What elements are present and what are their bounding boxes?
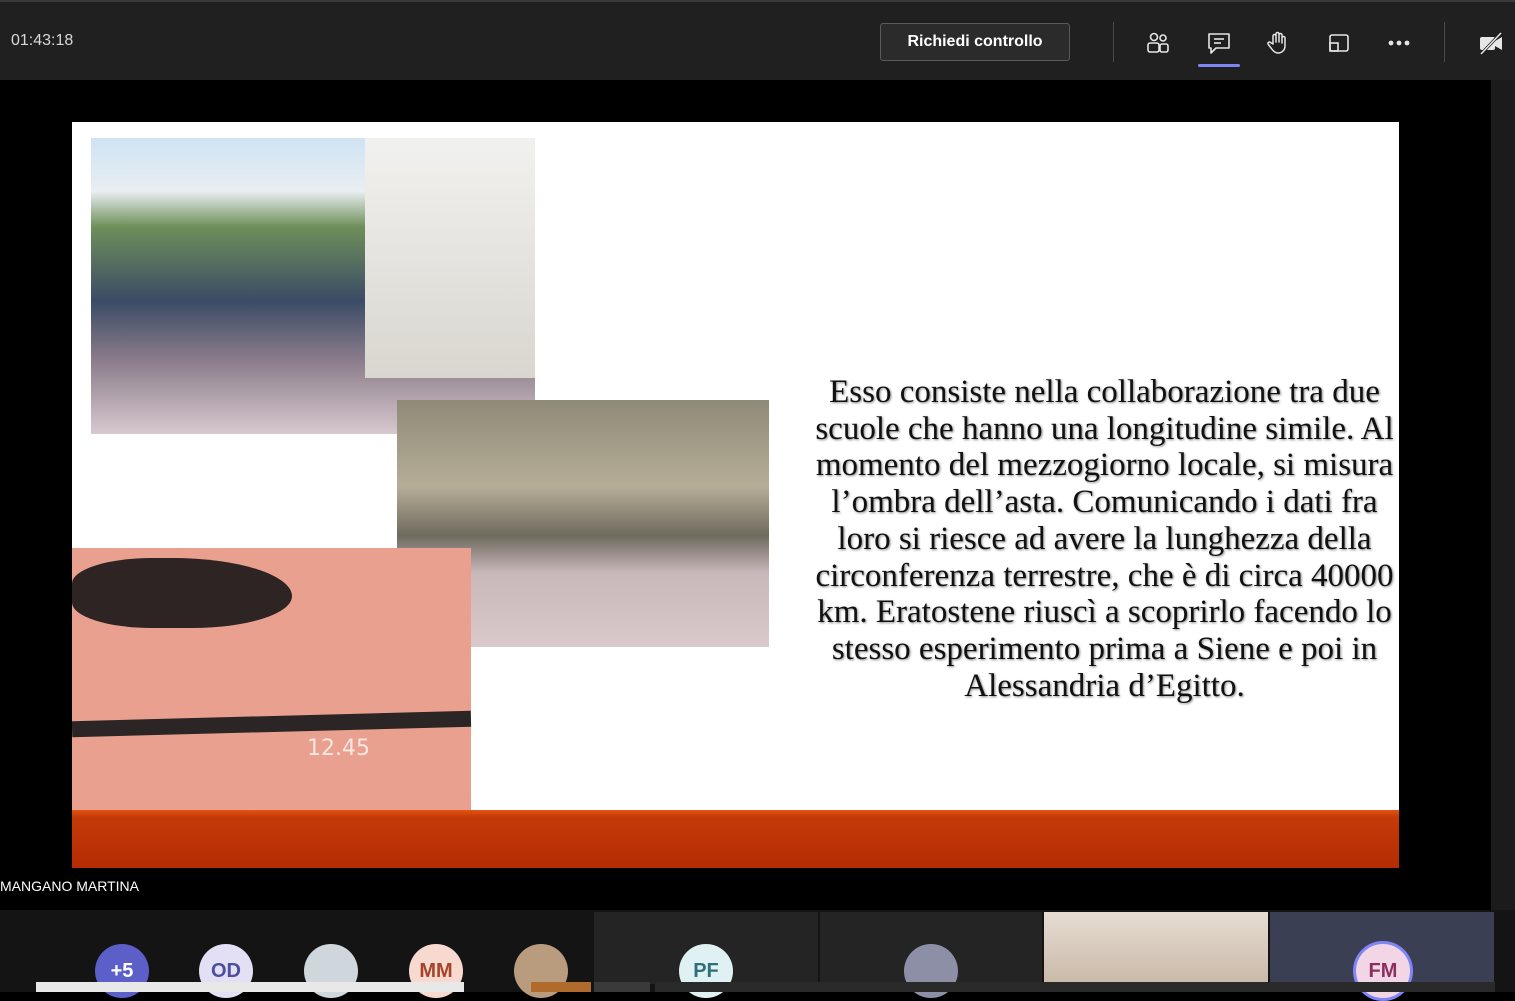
raise-hand-button[interactable]	[1261, 26, 1295, 60]
avatar-initials: +5	[110, 959, 134, 982]
active-tab-indicator	[1198, 64, 1240, 67]
avatar-initials: OD	[211, 959, 241, 982]
people-icon	[1147, 32, 1169, 53]
avatar-initials: FM	[1368, 959, 1398, 982]
strip-scroll-indicator	[655, 982, 1495, 992]
share-tray-button[interactable]	[1322, 26, 1356, 60]
shadow-shape	[72, 558, 292, 628]
camera-toggle-button[interactable]	[1474, 26, 1508, 60]
people-button[interactable]	[1141, 26, 1175, 60]
shadow-stick	[72, 710, 472, 738]
slide-footer-band	[72, 810, 1399, 868]
share-tray-icon	[1329, 34, 1349, 52]
camera-off-icon	[1479, 31, 1503, 56]
meeting-timer: 01:43:18	[11, 32, 74, 49]
meeting-toolbar: 01:43:18 Richiedi controllo	[0, 0, 1515, 80]
chat-icon	[1208, 33, 1230, 54]
request-control-button[interactable]: Richiedi controllo	[880, 23, 1070, 61]
presentation-slide: 12.45 Esso consiste nella collaborazione…	[72, 122, 1399, 868]
photo-building-area	[365, 138, 535, 378]
chat-button[interactable]	[1202, 26, 1236, 60]
stage-side-rail	[1491, 80, 1515, 910]
avatar-initials: MM	[419, 959, 453, 982]
strip-scroll-indicator	[36, 982, 464, 992]
strip-scroll-indicator	[594, 982, 650, 992]
presenter-name: MANGANO MARTINA	[0, 878, 139, 894]
participant-video-tile[interactable]	[1044, 912, 1268, 984]
slide-photo-shadow: 12.45	[72, 548, 472, 812]
more-actions-button[interactable]	[1382, 26, 1416, 60]
raise-hand-icon	[1267, 31, 1286, 54]
toolbar-divider	[1113, 22, 1114, 62]
avatar-initials: PF	[693, 959, 719, 982]
toolbar-divider	[1444, 22, 1445, 62]
slide-body-text: Esso consiste nella collaborazione tra d…	[815, 374, 1394, 704]
handwritten-time: 12.45	[307, 736, 370, 761]
participant-avatar-speaking[interactable]: FM	[1353, 941, 1413, 1001]
strip-scroll-indicator	[531, 982, 591, 992]
more-icon	[1388, 40, 1410, 46]
slide-photo-students-globe	[91, 138, 535, 434]
